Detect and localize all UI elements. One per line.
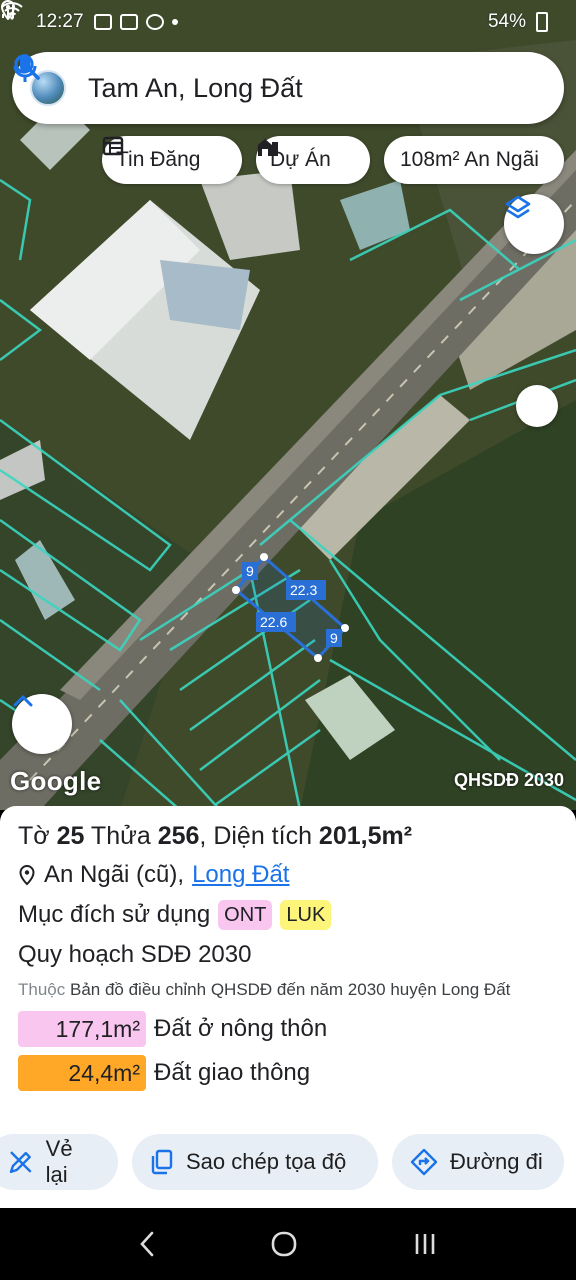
gallery-icon [93, 14, 112, 30]
title-prefix: Tờ [18, 822, 57, 850]
copy-label: Sao chép tọa độ [186, 1149, 347, 1174]
layers-icon [505, 195, 531, 219]
directions-label: Đường đi [450, 1149, 543, 1174]
recents-icon[interactable] [411, 1230, 439, 1258]
redraw-label: Vẻ lại [45, 1136, 73, 1187]
chip-label: Tin Đăng [116, 148, 201, 171]
signal-icon [2, 5, 14, 18]
plan-prefix: Thuộc [18, 980, 66, 999]
location-pin-icon [19, 864, 35, 886]
search-input[interactable]: Tam An, Long Đất [88, 73, 450, 104]
zone-area: 177,1m² [18, 1011, 146, 1047]
chip-label: 108m² An Ngãi [400, 148, 539, 171]
map-layer-tag: QHSDĐ 2030 [453, 770, 564, 790]
image-icon [119, 14, 138, 30]
chip-recent-search[interactable]: 108m² An Ngãi [384, 136, 564, 184]
parcel-label-right: 9 [330, 630, 338, 646]
action-bar: Vẻ lại Sao chép tọa độ Đường đi [0, 1134, 576, 1190]
plan-desc-text: Bản đồ điều chỉnh QHSDĐ đến năm 2030 huy… [69, 980, 511, 999]
notification-icons [93, 14, 178, 30]
sheet-number: 25 [56, 822, 85, 850]
zone-row: 177,1m² Đất ở nông thôn [18, 1011, 558, 1047]
battery-percent: 54% [487, 11, 526, 32]
parcel-label-bottom: 22.6 [260, 614, 287, 630]
battery-icon [536, 12, 548, 32]
title-area-label: , Diện tích [199, 822, 319, 850]
parcel-title: Tờ 25 Thửa 256, Diện tích 201,5m² [18, 818, 558, 854]
directions-icon [410, 1148, 438, 1176]
back-icon[interactable] [137, 1230, 157, 1258]
status-bar: 12:27 54% [0, 0, 576, 44]
screen: 9 22.3 22.6 9 12:27 54% Tam An, Long Đất… [0, 0, 576, 1280]
project-icon [258, 139, 278, 156]
chip-du-an[interactable]: Dự Án [256, 136, 370, 184]
satellite-map[interactable]: 9 22.3 22.6 9 12:27 54% Tam An, Long Đất… [0, 0, 576, 810]
more-notifications-icon [171, 19, 178, 25]
expand-panel-button[interactable] [12, 694, 72, 754]
purpose-label: Mục đích sử dụng [18, 901, 211, 928]
location-link[interactable]: Long Đất [192, 858, 289, 892]
plan-title: Quy hoạch SDĐ 2030 [18, 941, 252, 968]
system-nav-bar [0, 1208, 576, 1280]
parcel-area: 201,5m² [318, 822, 413, 850]
microphone-icon [13, 54, 37, 82]
purpose-badge-luk[interactable]: LUK [280, 900, 332, 930]
plan-description: Thuộc Bản đồ điều chỉnh QHSDĐ đến năm 20… [18, 976, 558, 1003]
title-mid: Thửa [84, 822, 158, 850]
home-icon[interactable] [270, 1230, 298, 1258]
zone-area: 24,4m² [18, 1055, 146, 1091]
map-control-button[interactable] [516, 385, 558, 427]
voice-search-button[interactable] [13, 54, 546, 112]
copy-coordinates-button[interactable]: Sao chép tọa độ [132, 1134, 378, 1190]
chip-tin-dang[interactable]: Tin Đăng [102, 136, 242, 184]
zone-label: Đất ở nông thôn [154, 1015, 328, 1042]
parcel-label-top: 22.3 [290, 582, 317, 598]
layers-button[interactable] [504, 194, 564, 254]
status-right: 54% [0, 0, 548, 33]
redraw-button[interactable]: Vẻ lại [0, 1134, 118, 1190]
chevron-up-icon [13, 695, 33, 707]
location-old: An Ngãi (cũ), [44, 861, 185, 888]
search-bar[interactable]: Tam An, Long Đất [12, 52, 564, 124]
lot-number: 256 [157, 822, 200, 850]
directions-button[interactable]: Đường đi [392, 1134, 564, 1190]
facebook-icon [145, 14, 164, 30]
google-logo: Google [10, 766, 102, 796]
copy-icon [151, 1149, 173, 1175]
purpose-badge-ont[interactable]: ONT [218, 900, 273, 930]
parcel-location: An Ngãi (cũ), Long Đất [18, 858, 558, 892]
zone-label: Đất giao thông [154, 1059, 311, 1086]
zone-row: 24,4m² Đất giao thông [18, 1055, 558, 1091]
listing-icon [102, 136, 124, 156]
status-time: 12:27 [36, 11, 84, 32]
parcel-label-tl: 9 [246, 563, 254, 579]
land-use-purpose: Mục đích sử dụng ONT LUK [18, 898, 558, 932]
search-button[interactable] [14, 54, 498, 112]
redraw-icon [9, 1151, 32, 1174]
